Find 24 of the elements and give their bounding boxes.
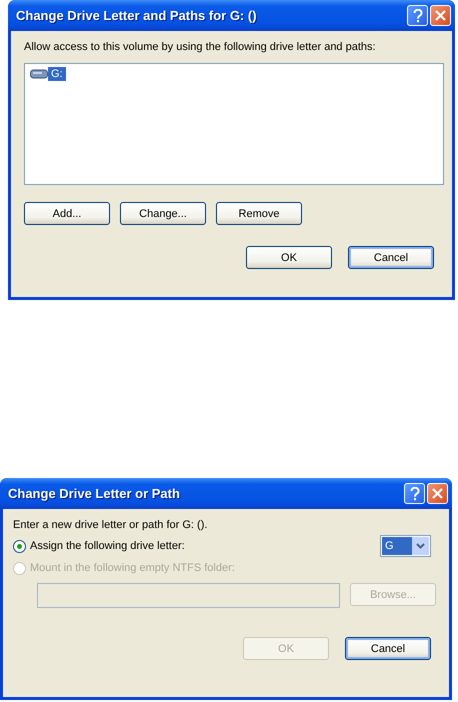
instruction-text: Enter a new drive letter or path for G: (). xyxy=(13,519,208,531)
option-label[interactable]: Assign the following drive letter: xyxy=(30,540,185,552)
dialog-button[interactable]: Cancel xyxy=(345,637,431,660)
window-title: Change Drive Letter and Paths for G: () xyxy=(16,8,258,23)
close-button[interactable] xyxy=(427,483,448,504)
instruction-text: Allow access to this volume by using the following drive letter and paths: xyxy=(24,41,377,53)
drive-icon xyxy=(30,69,48,79)
radio-button[interactable] xyxy=(13,540,26,552)
dialog-button[interactable]: OK xyxy=(246,246,332,269)
help-button[interactable] xyxy=(404,483,425,504)
paths-list[interactable]: G: xyxy=(24,63,444,185)
window-title: Change Drive Letter or Path xyxy=(8,486,181,501)
close-icon xyxy=(435,10,446,21)
help-button[interactable] xyxy=(407,5,428,26)
dialog-button[interactable]: Cancel xyxy=(348,246,434,269)
close-button[interactable] xyxy=(430,5,451,26)
close-icon xyxy=(432,488,443,499)
help-icon xyxy=(410,486,420,500)
dialog-button[interactable]: Add... xyxy=(24,202,110,225)
drive-letter-dropdown[interactable]: G xyxy=(380,535,431,557)
help-icon xyxy=(412,8,422,22)
dialog-button[interactable]: Remove xyxy=(216,202,302,225)
caret-icon xyxy=(416,543,425,549)
dialog-button[interactable]: Change... xyxy=(120,202,206,225)
